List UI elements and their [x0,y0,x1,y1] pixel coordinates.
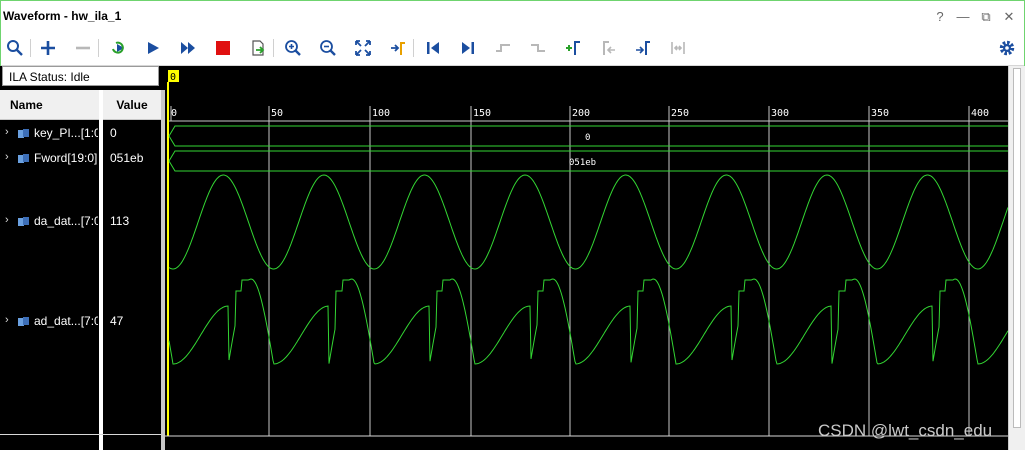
ruler-tick-100: 100 [372,108,390,119]
go-to-end-icon[interactable] [456,36,480,60]
minimize-button[interactable]: — [956,9,970,25]
analog-trace-da-data [168,174,1009,270]
bus-icon [18,317,29,326]
stop-icon[interactable] [211,36,235,60]
trigger-marker-label: 0 [170,72,176,83]
watermark: CSDN @lwt_csdn_edu [818,421,993,440]
expand-chevron-icon[interactable]: › [5,126,9,138]
bottom-divider [0,434,161,435]
bus-icon [18,217,29,226]
bus-icon [18,129,29,138]
signal-value: 051eb [110,151,144,165]
zoom-fit-icon[interactable] [351,36,375,60]
signal-row-ad-data[interactable]: › ad_dat...[7:0] 47 [0,314,161,330]
restore-button[interactable]: ⧉ [979,9,993,25]
settings-icon[interactable] [995,36,1019,60]
export-icon[interactable] [246,36,270,60]
signal-name: ad_dat...[7:0] [34,314,98,328]
expand-chevron-icon[interactable]: › [5,214,9,226]
help-button[interactable]: ? [933,9,947,25]
value-column-header[interactable]: Value [103,90,161,120]
signal-row-fword[interactable]: › Fword[19:0] 051eb [0,151,161,167]
scrollbar-thumb[interactable] [1013,68,1021,428]
next-marker-icon[interactable] [631,36,655,60]
signal-name: da_dat...[7:0] [34,214,98,228]
ruler-tick-300: 300 [771,108,789,119]
ruler-tick-250: 250 [671,108,689,119]
signal-value: 47 [110,314,124,328]
rerun-icon[interactable] [106,36,130,60]
close-button[interactable]: ✕ [1002,9,1016,25]
goto-cursor-icon[interactable] [386,36,410,60]
signal-value: 113 [110,214,130,228]
column-divider[interactable] [99,90,103,450]
run-trigger-icon[interactable] [141,36,165,60]
ruler-tick-400: 400 [971,108,989,119]
title-bar: Waveform - hw_ila_1 ? — ⧉ ✕ [1,1,1024,31]
bus-value-fword: 051eb [569,158,596,168]
signal-name: key_PI...[1:0] [34,126,98,140]
signal-row-da-data[interactable]: › da_dat...[7:0] 113 [0,214,161,230]
waveform-canvas[interactable]: 0 50 100 150 200 250 300 350 400 0 0 051… [165,66,1009,450]
zoom-out-icon[interactable] [316,36,340,60]
minus-icon[interactable] [71,36,95,60]
ruler-tick-50: 50 [271,108,283,119]
toolbar [1,31,1024,66]
ruler-tick-0: 0 [171,108,177,119]
go-to-start-icon[interactable] [421,36,445,60]
zoom-plus-icon[interactable] [36,36,60,60]
prev-transition-icon[interactable] [491,36,515,60]
ruler-tick-350: 350 [871,108,889,119]
expand-chevron-icon[interactable]: › [5,314,9,326]
signal-row-key[interactable]: › key_PI...[1:0] 0 [0,126,161,142]
vertical-scrollbar[interactable] [1008,66,1025,450]
ila-status: ILA Status: Idle [2,66,159,86]
expand-chevron-icon[interactable]: › [5,151,9,163]
search-icon[interactable] [3,36,27,60]
signal-value: 0 [110,126,117,140]
signal-name: Fword[19:0] [34,151,98,165]
prev-marker-icon[interactable] [596,36,620,60]
ruler-tick-200: 200 [572,108,590,119]
bus-icon [18,154,29,163]
waveform-viewer[interactable]: 0 50 100 150 200 250 300 350 400 0 0 051… [165,66,1009,450]
swap-cursors-icon[interactable] [666,36,690,60]
add-marker-icon[interactable] [561,36,585,60]
ruler-tick-150: 150 [473,108,491,119]
window-title: Waveform - hw_ila_1 [3,9,122,23]
next-transition-icon[interactable] [526,36,550,60]
bus-value-key: 0 [585,133,590,143]
zoom-in-icon[interactable] [281,36,305,60]
signal-panel: ILA Status: Idle Name Value › key_PI...[… [0,66,165,450]
run-immediate-icon[interactable] [176,36,200,60]
name-column-header[interactable]: Name [0,90,99,120]
analog-trace-ad-data [168,278,1009,365]
